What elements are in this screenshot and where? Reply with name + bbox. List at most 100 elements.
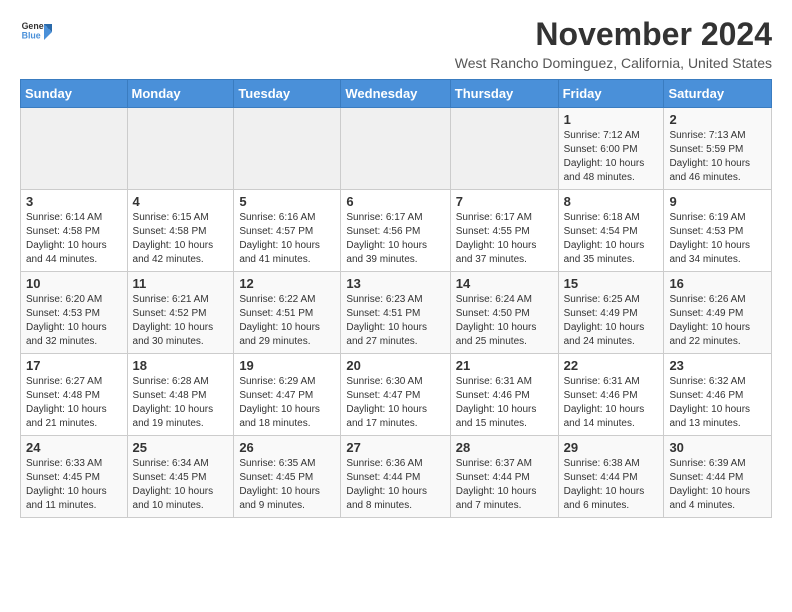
day-info: Sunrise: 6:25 AM Sunset: 4:49 PM Dayligh… <box>564 293 659 349</box>
day-info: Sunrise: 6:36 AM Sunset: 4:44 PM Dayligh… <box>346 457 444 513</box>
day-cell: 22 Sunrise: 6:31 AM Sunset: 4:46 PM Dayli… <box>558 354 664 436</box>
day-info: Sunrise: 6:29 AM Sunset: 4:47 PM Dayligh… <box>239 375 335 431</box>
day-number: 7 <box>456 194 553 209</box>
day-cell <box>127 108 234 190</box>
logo-icon: General Blue <box>20 16 52 48</box>
svg-text:Blue: Blue <box>22 30 41 40</box>
day-number: 17 <box>26 358 122 373</box>
day-cell: 5Sunrise: 6:16 AM Sunset: 4:57 PM Daylig… <box>234 190 341 272</box>
day-cell: 16 Sunrise: 6:26 AM Sunset: 4:49 PM Dayli… <box>664 272 772 354</box>
day-info: Sunrise: 7:12 AM Sunset: 6:00 PM Dayligh… <box>564 129 659 185</box>
week-row-3: 10 Sunrise: 6:20 AM Sunset: 4:53 PM Dayli… <box>21 272 772 354</box>
day-info: Sunrise: 6:39 AM Sunset: 4:44 PM Dayligh… <box>669 457 766 513</box>
title-area: November 2024 West Rancho Dominguez, Cal… <box>455 16 772 71</box>
day-cell: 24Sunrise: 6:33 AM Sunset: 4:45 PM Dayli… <box>21 436 128 518</box>
day-number: 13 <box>346 276 444 291</box>
day-number: 24 <box>26 440 122 455</box>
day-cell: 29 Sunrise: 6:38 AM Sunset: 4:44 PM Dayli… <box>558 436 664 518</box>
day-cell <box>234 108 341 190</box>
day-number: 22 <box>564 358 659 373</box>
day-cell: 25 Sunrise: 6:34 AM Sunset: 4:45 PM Dayli… <box>127 436 234 518</box>
day-number: 3 <box>26 194 122 209</box>
week-row-2: 3 Sunrise: 6:14 AM Sunset: 4:58 PM Daylig… <box>21 190 772 272</box>
day-cell <box>21 108 128 190</box>
calendar-table: SundayMondayTuesdayWednesdayThursdayFrid… <box>20 79 772 518</box>
day-cell: 17 Sunrise: 6:27 AM Sunset: 4:48 PM Dayli… <box>21 354 128 436</box>
day-number: 11 <box>133 276 229 291</box>
header-cell-thursday: Thursday <box>450 80 558 108</box>
header-cell-wednesday: Wednesday <box>341 80 450 108</box>
day-info: Sunrise: 6:14 AM Sunset: 4:58 PM Dayligh… <box>26 211 122 267</box>
day-cell: 26Sunrise: 6:35 AM Sunset: 4:45 PM Dayli… <box>234 436 341 518</box>
day-cell: 15 Sunrise: 6:25 AM Sunset: 4:49 PM Dayli… <box>558 272 664 354</box>
day-cell: 9Sunrise: 6:19 AM Sunset: 4:53 PM Daylig… <box>664 190 772 272</box>
day-cell: 3 Sunrise: 6:14 AM Sunset: 4:58 PM Daylig… <box>21 190 128 272</box>
day-number: 25 <box>133 440 229 455</box>
day-info: Sunrise: 6:31 AM Sunset: 4:46 PM Dayligh… <box>564 375 659 431</box>
day-number: 14 <box>456 276 553 291</box>
day-info: Sunrise: 6:20 AM Sunset: 4:53 PM Dayligh… <box>26 293 122 349</box>
day-info: Sunrise: 7:13 AM Sunset: 5:59 PM Dayligh… <box>669 129 766 185</box>
header-cell-friday: Friday <box>558 80 664 108</box>
day-info: Sunrise: 6:37 AM Sunset: 4:44 PM Dayligh… <box>456 457 553 513</box>
calendar-header: SundayMondayTuesdayWednesdayThursdayFrid… <box>21 80 772 108</box>
day-cell: 10 Sunrise: 6:20 AM Sunset: 4:53 PM Dayli… <box>21 272 128 354</box>
day-info: Sunrise: 6:31 AM Sunset: 4:46 PM Dayligh… <box>456 375 553 431</box>
day-number: 18 <box>133 358 229 373</box>
day-info: Sunrise: 6:19 AM Sunset: 4:53 PM Dayligh… <box>669 211 766 267</box>
day-number: 2 <box>669 112 766 127</box>
day-cell: 13 Sunrise: 6:23 AM Sunset: 4:51 PM Dayli… <box>341 272 450 354</box>
day-cell: 23Sunrise: 6:32 AM Sunset: 4:46 PM Dayli… <box>664 354 772 436</box>
day-number: 27 <box>346 440 444 455</box>
day-number: 19 <box>239 358 335 373</box>
header-cell-monday: Monday <box>127 80 234 108</box>
day-cell: 14 Sunrise: 6:24 AM Sunset: 4:50 PM Dayli… <box>450 272 558 354</box>
day-number: 21 <box>456 358 553 373</box>
day-info: Sunrise: 6:34 AM Sunset: 4:45 PM Dayligh… <box>133 457 229 513</box>
day-info: Sunrise: 6:38 AM Sunset: 4:44 PM Dayligh… <box>564 457 659 513</box>
week-row-4: 17 Sunrise: 6:27 AM Sunset: 4:48 PM Dayli… <box>21 354 772 436</box>
header-cell-tuesday: Tuesday <box>234 80 341 108</box>
day-number: 16 <box>669 276 766 291</box>
day-cell: 27 Sunrise: 6:36 AM Sunset: 4:44 PM Dayli… <box>341 436 450 518</box>
day-cell: 12 Sunrise: 6:22 AM Sunset: 4:51 PM Dayli… <box>234 272 341 354</box>
day-info: Sunrise: 6:17 AM Sunset: 4:55 PM Dayligh… <box>456 211 553 267</box>
day-cell: 2 Sunrise: 7:13 AM Sunset: 5:59 PM Daylig… <box>664 108 772 190</box>
day-number: 10 <box>26 276 122 291</box>
day-info: Sunrise: 6:27 AM Sunset: 4:48 PM Dayligh… <box>26 375 122 431</box>
day-number: 12 <box>239 276 335 291</box>
day-info: Sunrise: 6:17 AM Sunset: 4:56 PM Dayligh… <box>346 211 444 267</box>
day-cell: 21 Sunrise: 6:31 AM Sunset: 4:46 PM Dayli… <box>450 354 558 436</box>
header-row: SundayMondayTuesdayWednesdayThursdayFrid… <box>21 80 772 108</box>
day-cell: 28Sunrise: 6:37 AM Sunset: 4:44 PM Dayli… <box>450 436 558 518</box>
day-number: 30 <box>669 440 766 455</box>
calendar-body: 1Sunrise: 7:12 AM Sunset: 6:00 PM Daylig… <box>21 108 772 518</box>
day-info: Sunrise: 6:18 AM Sunset: 4:54 PM Dayligh… <box>564 211 659 267</box>
day-cell: 8Sunrise: 6:18 AM Sunset: 4:54 PM Daylig… <box>558 190 664 272</box>
day-info: Sunrise: 6:24 AM Sunset: 4:50 PM Dayligh… <box>456 293 553 349</box>
day-number: 23 <box>669 358 766 373</box>
day-cell: 4Sunrise: 6:15 AM Sunset: 4:58 PM Daylig… <box>127 190 234 272</box>
logo: General Blue <box>20 16 52 48</box>
header-cell-saturday: Saturday <box>664 80 772 108</box>
day-info: Sunrise: 6:26 AM Sunset: 4:49 PM Dayligh… <box>669 293 766 349</box>
day-cell: 7 Sunrise: 6:17 AM Sunset: 4:55 PM Daylig… <box>450 190 558 272</box>
day-info: Sunrise: 6:28 AM Sunset: 4:48 PM Dayligh… <box>133 375 229 431</box>
day-cell: 1Sunrise: 7:12 AM Sunset: 6:00 PM Daylig… <box>558 108 664 190</box>
day-number: 20 <box>346 358 444 373</box>
day-cell: 20Sunrise: 6:30 AM Sunset: 4:47 PM Dayli… <box>341 354 450 436</box>
week-row-5: 24Sunrise: 6:33 AM Sunset: 4:45 PM Dayli… <box>21 436 772 518</box>
day-cell <box>450 108 558 190</box>
day-info: Sunrise: 6:22 AM Sunset: 4:51 PM Dayligh… <box>239 293 335 349</box>
day-info: Sunrise: 6:23 AM Sunset: 4:51 PM Dayligh… <box>346 293 444 349</box>
day-cell: 11Sunrise: 6:21 AM Sunset: 4:52 PM Dayli… <box>127 272 234 354</box>
week-row-1: 1Sunrise: 7:12 AM Sunset: 6:00 PM Daylig… <box>21 108 772 190</box>
day-number: 6 <box>346 194 444 209</box>
header: General Blue November 2024 West Rancho D… <box>20 16 772 71</box>
day-number: 29 <box>564 440 659 455</box>
day-number: 5 <box>239 194 335 209</box>
day-number: 15 <box>564 276 659 291</box>
page-subtitle: West Rancho Dominguez, California, Unite… <box>455 55 772 71</box>
day-info: Sunrise: 6:35 AM Sunset: 4:45 PM Dayligh… <box>239 457 335 513</box>
day-cell: 6 Sunrise: 6:17 AM Sunset: 4:56 PM Daylig… <box>341 190 450 272</box>
